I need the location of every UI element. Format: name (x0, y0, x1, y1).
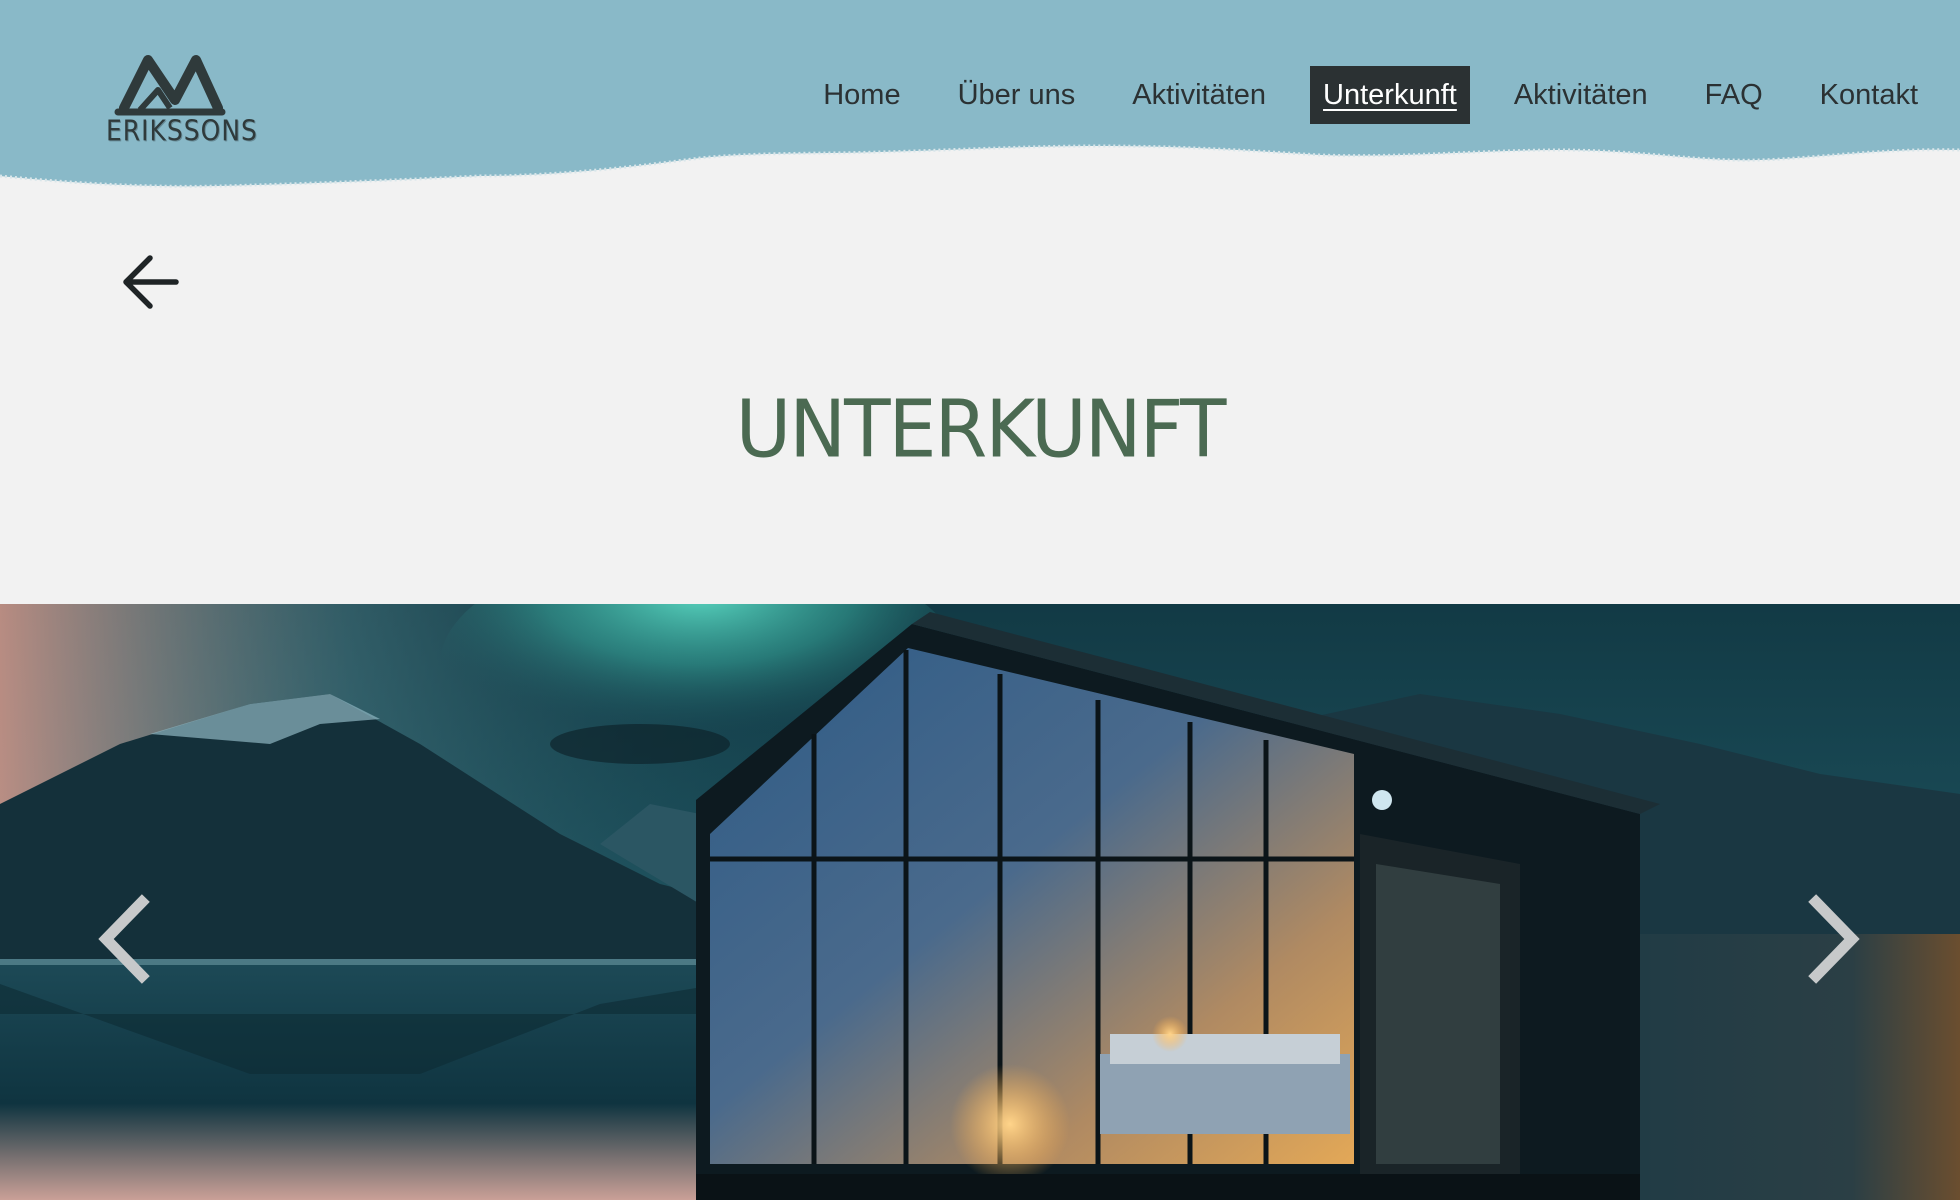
brand-name: ERIKSSONS (106, 113, 258, 148)
page-title: UNTERKUNFT (735, 381, 1227, 476)
nav-item-aktivitaeten-2[interactable]: Aktivitäten (1501, 66, 1661, 124)
site-header: ERIKSSONS Home Über uns Aktivitäten Unte… (0, 0, 1960, 230)
slider-prev-button[interactable] (94, 894, 154, 984)
arrow-left-icon (123, 255, 179, 309)
brand-logo[interactable]: ERIKSSONS (100, 50, 258, 150)
page: ERIKSSONS Home Über uns Aktivitäten Unte… (0, 0, 1960, 1200)
nav-item-aktivitaeten[interactable]: Aktivitäten (1119, 66, 1279, 124)
nav-item-kontakt[interactable]: Kontakt (1807, 66, 1931, 124)
nav-item-faq[interactable]: FAQ (1692, 66, 1776, 124)
image-slider[interactable] (0, 604, 1960, 1200)
main-navigation: Home Über uns Aktivitäten Unterkunft Akt… (779, 66, 1931, 124)
nav-item-ueber-uns[interactable]: Über uns (945, 66, 1089, 124)
chevron-left-icon (98, 894, 150, 984)
chevron-right-icon (1808, 894, 1860, 984)
slider-next-button[interactable] (1804, 894, 1864, 984)
back-button[interactable] (122, 254, 180, 310)
slide-image-glass-cabin (0, 604, 1960, 1200)
nav-item-home[interactable]: Home (810, 66, 913, 124)
nav-item-unterkunft[interactable]: Unterkunft (1310, 66, 1470, 124)
